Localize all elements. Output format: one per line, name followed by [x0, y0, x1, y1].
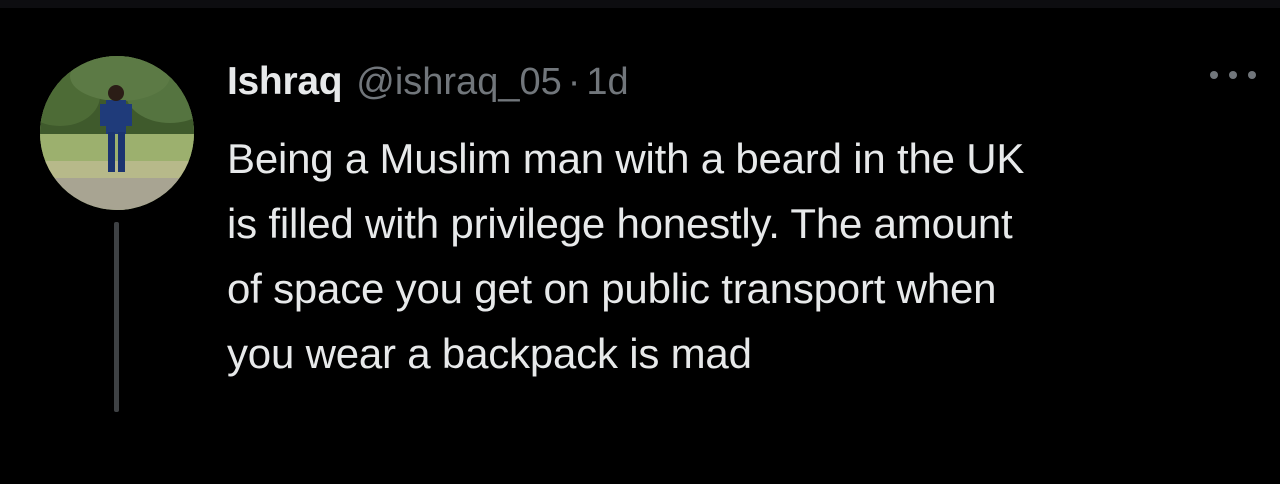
avatar-photo — [40, 56, 194, 210]
tweet-header: Ishraq @ishraq_05 · 1d — [227, 60, 629, 110]
tweet-text-line: of space you get on public transport whe… — [227, 265, 997, 312]
thread-line — [114, 222, 119, 412]
tweet-text-line: is filled with privilege honestly. The a… — [227, 200, 1013, 247]
avatar[interactable] — [40, 56, 194, 210]
avatar-column — [40, 56, 194, 210]
tweet-timestamp[interactable]: 1d — [586, 61, 628, 104]
tweet-text-line: Being a Muslim man with a beard in the U… — [227, 135, 1025, 182]
tweet-body: Being a Muslim man with a beard in the U… — [227, 126, 1257, 386]
more-dot — [1248, 71, 1256, 79]
header-separator: · — [567, 61, 581, 103]
more-options-icon[interactable] — [1210, 60, 1256, 90]
author-handle[interactable]: @ishraq_05 — [356, 61, 561, 104]
author-display-name[interactable]: Ishraq — [227, 60, 343, 104]
more-dot — [1210, 71, 1218, 79]
more-dot — [1229, 71, 1237, 79]
tweet-text-line: you wear a backpack is mad — [227, 330, 752, 377]
tweet-card[interactable]: Ishraq @ishraq_05 · 1d Being a Muslim ma… — [0, 0, 1280, 484]
